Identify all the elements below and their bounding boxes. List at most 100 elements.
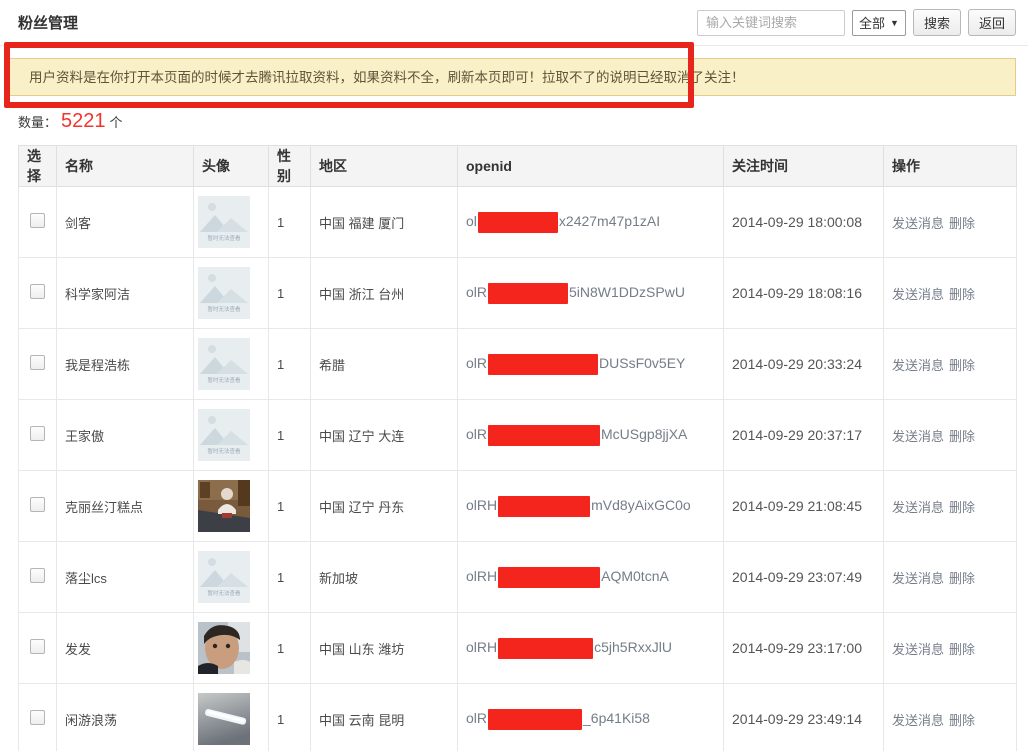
delete-link[interactable]: 删除: [949, 287, 975, 302]
openid-prefix: olR: [466, 710, 487, 726]
delete-link[interactable]: 删除: [949, 500, 975, 515]
openid-suffix: c5jh5RxxJlU: [594, 639, 672, 655]
region-cell: 中国 辽宁 丹东: [311, 471, 458, 542]
openid-suffix: DUSsF0v5EY: [599, 355, 685, 371]
search-button[interactable]: 搜索: [913, 9, 961, 36]
svg-text:暂时无法查看: 暂时无法查看: [207, 589, 241, 597]
avatar-placeholder-icon: 暂时无法查看: [198, 338, 268, 390]
send-message-link[interactable]: 发送消息: [892, 358, 944, 373]
avatar-cell: 暂时无法查看: [194, 542, 269, 613]
send-message-link[interactable]: 发送消息: [892, 287, 944, 302]
send-message-link[interactable]: 发送消息: [892, 500, 944, 515]
filter-select-value: 全部: [859, 13, 885, 32]
openid-suffix: 5iN8W1DDzSPwU: [569, 284, 685, 300]
delete-link[interactable]: 删除: [949, 642, 975, 657]
gender-cell: 1: [269, 471, 311, 542]
openid-prefix: olRH: [466, 568, 497, 584]
select-cell: [19, 400, 57, 471]
avatar-placeholder-icon: 暂时无法查看: [198, 551, 268, 603]
row-checkbox[interactable]: [30, 426, 45, 441]
table-row: 克丽丝汀糕点 1中国 辽宁 丹东olRHmVd8yAixGC0o2014-09-2…: [19, 471, 1017, 542]
name-cell: 发发: [57, 613, 194, 684]
search-input[interactable]: [697, 10, 845, 36]
column-header-1: 名称: [57, 146, 194, 187]
send-message-link[interactable]: 发送消息: [892, 642, 944, 657]
search-controls: 全部 ▼ 搜索 返回: [697, 9, 1016, 36]
name-cell: 落尘lcs: [57, 542, 194, 613]
openid-redaction-bar: [498, 567, 600, 588]
row-checkbox[interactable]: [30, 568, 45, 583]
column-header-4: 地区: [311, 146, 458, 187]
table-row: 落尘lcs暂时无法查看1新加坡olRHAQM0tcnA2014-09-29 23…: [19, 542, 1017, 613]
actions-cell: 发送消息删除: [884, 471, 1017, 542]
send-message-link[interactable]: 发送消息: [892, 216, 944, 231]
select-cell: [19, 684, 57, 751]
openid-prefix: olR: [466, 355, 487, 371]
row-checkbox[interactable]: [30, 355, 45, 370]
avatar-placeholder-icon: 暂时无法查看: [198, 267, 268, 319]
openid-suffix: McUSgp8jjXA: [601, 426, 687, 442]
fan-count: 数量： 5221 个: [18, 108, 1028, 134]
delete-link[interactable]: 删除: [949, 713, 975, 728]
openid-cell: olR5iN8W1DDzSPwU: [458, 258, 724, 329]
delete-link[interactable]: 删除: [949, 358, 975, 373]
svg-text:暂时无法查看: 暂时无法查看: [207, 234, 241, 242]
table-header-row: 选择名称头像性别地区openid关注时间操作: [19, 146, 1017, 187]
avatar-cell: 暂时无法查看: [194, 258, 269, 329]
avatar-cell: [194, 613, 269, 684]
name-cell: 克丽丝汀糕点: [57, 471, 194, 542]
select-cell: [19, 329, 57, 400]
row-checkbox[interactable]: [30, 639, 45, 654]
gender-cell: 1: [269, 684, 311, 751]
gender-cell: 1: [269, 187, 311, 258]
filter-select[interactable]: 全部 ▼: [852, 10, 906, 36]
avatar-photo: [198, 693, 268, 745]
openid-cell: olRHAQM0tcnA: [458, 542, 724, 613]
row-checkbox[interactable]: [30, 497, 45, 512]
openid-cell: olR DUSsF0v5EY: [458, 329, 724, 400]
openid-cell: olx2427m47p1zAI: [458, 187, 724, 258]
openid-suffix: x2427m47p1zAI: [559, 213, 660, 229]
openid-redaction-bar: [488, 709, 582, 730]
avatar-cell: 暂时无法查看: [194, 400, 269, 471]
openid-prefix: olR: [466, 426, 487, 442]
gender-cell: 1: [269, 258, 311, 329]
region-cell: 中国 福建 厦门: [311, 187, 458, 258]
follow-time-cell: 2014-09-29 23:49:14: [724, 684, 884, 751]
follow-time-cell: 2014-09-29 21:08:45: [724, 471, 884, 542]
row-checkbox[interactable]: [30, 284, 45, 299]
count-value: 5221: [57, 111, 110, 131]
follow-time-cell: 2014-09-29 23:17:00: [724, 613, 884, 684]
openid-redaction-bar: [498, 496, 590, 517]
openid-suffix: _6p41Ki58: [583, 710, 650, 726]
column-header-2: 头像: [194, 146, 269, 187]
openid-cell: olRHmVd8yAixGC0o: [458, 471, 724, 542]
send-message-link[interactable]: 发送消息: [892, 571, 944, 586]
red-annotation-rectangle: [4, 42, 694, 108]
column-header-6: 关注时间: [724, 146, 884, 187]
avatar-placeholder-icon: 暂时无法查看: [198, 196, 268, 248]
send-message-link[interactable]: 发送消息: [892, 713, 944, 728]
column-header-5: openid: [458, 146, 724, 187]
table-row: 王家傲暂时无法查看1中国 辽宁 大连olRMcUSgp8jjXA2014-09-…: [19, 400, 1017, 471]
row-checkbox[interactable]: [30, 213, 45, 228]
name-cell: 科学家阿洁: [57, 258, 194, 329]
openid-prefix: olRH: [466, 639, 497, 655]
row-checkbox[interactable]: [30, 710, 45, 725]
count-unit: 个: [110, 112, 123, 131]
follow-time-cell: 2014-09-29 18:08:16: [724, 258, 884, 329]
column-header-3: 性别: [269, 146, 311, 187]
gender-cell: 1: [269, 613, 311, 684]
openid-cell: olR _6p41Ki58: [458, 684, 724, 751]
follow-time-cell: 2014-09-29 18:00:08: [724, 187, 884, 258]
delete-link[interactable]: 删除: [949, 216, 975, 231]
delete-link[interactable]: 删除: [949, 571, 975, 586]
column-header-0: 选择: [19, 146, 57, 187]
openid-redaction-bar: [488, 354, 598, 375]
actions-cell: 发送消息删除: [884, 613, 1017, 684]
send-message-link[interactable]: 发送消息: [892, 429, 944, 444]
delete-link[interactable]: 删除: [949, 429, 975, 444]
fans-table: 选择名称头像性别地区openid关注时间操作 剑客暂时无法查看1中国 福建 厦门…: [18, 145, 1017, 751]
back-button[interactable]: 返回: [968, 9, 1016, 36]
gender-cell: 1: [269, 400, 311, 471]
